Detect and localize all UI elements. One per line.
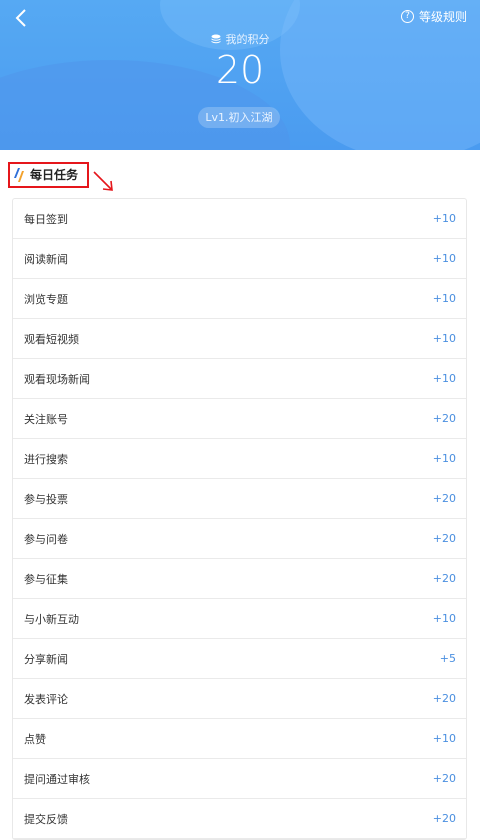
level-badge[interactable]: Lv1.初入江湖 bbox=[198, 107, 280, 128]
task-points: +10 bbox=[432, 292, 456, 305]
task-row[interactable]: 阅读新闻 +10 bbox=[13, 239, 466, 279]
task-name: 点赞 bbox=[24, 732, 46, 746]
task-row[interactable]: 观看短视频 +10 bbox=[13, 319, 466, 359]
task-name: 提交反馈 bbox=[24, 812, 68, 826]
task-points: +10 bbox=[432, 732, 456, 745]
points-header: ? 等级规则 我的积分 20 Lv1.初入江湖 bbox=[0, 0, 480, 150]
level-rules-label: 等级规则 bbox=[418, 10, 467, 24]
task-name: 发表评论 bbox=[24, 692, 68, 706]
task-points: +20 bbox=[432, 572, 456, 585]
task-row[interactable]: 点赞 +10 bbox=[13, 719, 466, 759]
question-circle-icon: ? bbox=[400, 10, 414, 23]
task-name: 参与征集 bbox=[24, 572, 68, 586]
task-row[interactable]: 与小新互动 +10 bbox=[13, 599, 466, 639]
points-label-text: 我的积分 bbox=[225, 33, 270, 46]
task-row[interactable]: 分享新闻 +5 bbox=[13, 639, 466, 679]
daily-tasks-title: 每日任务 bbox=[30, 168, 79, 182]
task-row[interactable]: 浏览专题 +10 bbox=[13, 279, 466, 319]
task-name: 关注账号 bbox=[24, 412, 68, 426]
task-points: +20 bbox=[432, 812, 456, 825]
annotation-arrow bbox=[93, 171, 113, 191]
chevron-left-icon[interactable] bbox=[10, 6, 34, 30]
task-name: 提问通过审核 bbox=[24, 772, 90, 786]
task-points: +20 bbox=[432, 492, 456, 505]
task-row[interactable]: 提交反馈 +20 bbox=[13, 799, 466, 839]
task-name: 参与投票 bbox=[24, 492, 68, 506]
task-points: +20 bbox=[432, 532, 456, 545]
task-name: 观看短视频 bbox=[24, 332, 79, 346]
task-points: +10 bbox=[432, 612, 456, 625]
task-row[interactable]: 提问通过审核 +20 bbox=[13, 759, 466, 799]
task-row[interactable]: 关注账号 +20 bbox=[13, 399, 466, 439]
task-row[interactable]: 每日签到 +10 bbox=[13, 199, 466, 239]
coin-stack-icon bbox=[211, 34, 220, 44]
task-name: 分享新闻 bbox=[24, 652, 68, 666]
task-name: 与小新互动 bbox=[24, 612, 79, 626]
my-points-label: 我的积分 bbox=[0, 31, 480, 47]
task-points: +20 bbox=[432, 692, 456, 705]
task-points: +10 bbox=[432, 252, 456, 265]
task-points: +10 bbox=[432, 332, 456, 345]
task-row[interactable]: 参与问卷 +20 bbox=[13, 519, 466, 559]
level-rules-link[interactable]: ? 等级规则 bbox=[400, 8, 467, 25]
task-row[interactable]: 进行搜索 +10 bbox=[13, 439, 466, 479]
task-points: +10 bbox=[432, 212, 456, 225]
points-value: 20 bbox=[215, 48, 265, 92]
task-name: 浏览专题 bbox=[24, 292, 68, 306]
task-points: +20 bbox=[432, 412, 456, 425]
task-name: 阅读新闻 bbox=[24, 252, 68, 266]
task-name: 观看现场新闻 bbox=[24, 372, 90, 386]
task-list: 每日签到 +10 阅读新闻 +10 浏览专题 +10 观看短视频 +10 观看现场新闻 +10 关注… bbox=[12, 198, 467, 840]
task-row[interactable]: 观看现场新闻 +10 bbox=[13, 359, 466, 399]
slash-logo-icon bbox=[14, 168, 24, 182]
task-points: +5 bbox=[439, 652, 456, 665]
task-points: +10 bbox=[432, 452, 456, 465]
task-name: 进行搜索 bbox=[24, 452, 68, 466]
task-name: 参与问卷 bbox=[24, 532, 68, 546]
task-row[interactable]: 参与征集 +20 bbox=[13, 559, 466, 599]
task-points: +20 bbox=[432, 772, 456, 785]
task-name: 每日签到 bbox=[24, 212, 68, 226]
task-row[interactable]: 发表评论 +20 bbox=[13, 679, 466, 719]
task-row[interactable]: 参与投票 +20 bbox=[13, 479, 466, 519]
task-points: +10 bbox=[432, 372, 456, 385]
